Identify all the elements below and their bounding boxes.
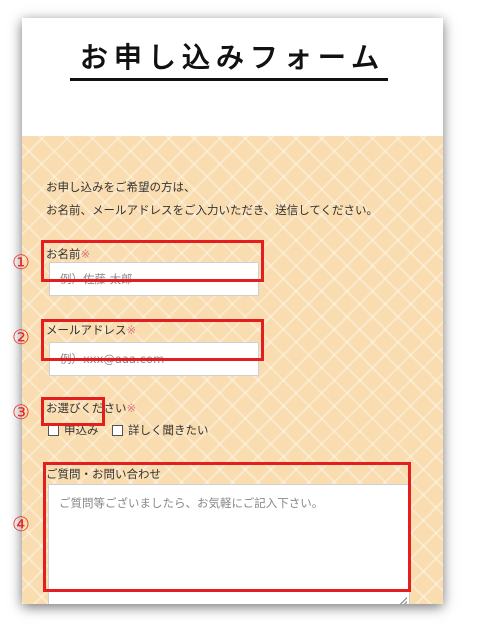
intro-line-1: お申し込みをご希望の方は、 xyxy=(46,180,196,194)
checkbox-apply[interactable] xyxy=(48,424,59,436)
highlight-box-2 xyxy=(41,319,264,361)
highlight-box-3 xyxy=(41,397,105,426)
option-details[interactable]: 詳しく聞きたい xyxy=(112,422,209,438)
marker-2: ② xyxy=(12,325,30,349)
highlight-box-4 xyxy=(43,462,411,592)
marker-3: ③ xyxy=(12,400,30,424)
title-underline xyxy=(70,78,388,81)
marker-4: ④ xyxy=(12,512,30,536)
form-title: お申し込みフォーム xyxy=(79,41,386,74)
checkbox-details[interactable] xyxy=(112,424,123,436)
highlight-box-1 xyxy=(41,240,264,282)
form-header: お申し込みフォーム xyxy=(22,18,443,136)
intro-text: お申し込みをご希望の方は、 お名前、メールアドレスをご入力いただき、送信してくだ… xyxy=(46,176,378,222)
resize-handle-icon[interactable] xyxy=(399,597,407,604)
required-mark: ※ xyxy=(126,401,137,415)
option-details-label: 詳しく聞きたい xyxy=(128,423,209,437)
intro-line-2: お名前、メールアドレスをご入力いただき、送信してください。 xyxy=(46,203,379,217)
marker-1: ① xyxy=(12,250,30,274)
